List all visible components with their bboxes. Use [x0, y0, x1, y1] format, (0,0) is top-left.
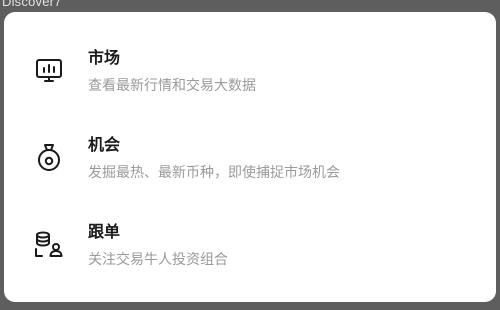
- menu-item-market[interactable]: 市场 查看最新行情和交易大数据: [4, 28, 496, 115]
- menu-item-copy-trading-title: 跟单: [88, 222, 121, 241]
- menu-item-opportunity-description: 发掘最热、最新币种，即使捕捉市场机会: [88, 165, 340, 181]
- copy-trading-icon: [34, 229, 64, 259]
- bottom-backdrop-strip: [0, 302, 500, 310]
- menu-item-copy-trading-description: 关注交易牛人投资组合: [88, 252, 228, 268]
- menu-item-opportunity[interactable]: 机会 发掘最热、最新币种，即使捕捉市场机会: [4, 115, 496, 202]
- backdrop-page-title: Discover7: [2, 0, 62, 9]
- menu-item-copy-trading[interactable]: 跟单 关注交易牛人投资组合: [4, 202, 496, 289]
- discover-menu-sheet: 市场 查看最新行情和交易大数据 机会 发掘最热、最新币种，即使捕捉市场机会 跟单…: [4, 12, 496, 302]
- menu-item-market-title: 市场: [88, 48, 121, 67]
- menu-item-market-description: 查看最新行情和交易大数据: [88, 78, 256, 94]
- menu-item-opportunity-title: 机会: [88, 135, 121, 154]
- market-chart-icon: [34, 55, 64, 85]
- opportunity-bag-icon: [34, 142, 64, 172]
